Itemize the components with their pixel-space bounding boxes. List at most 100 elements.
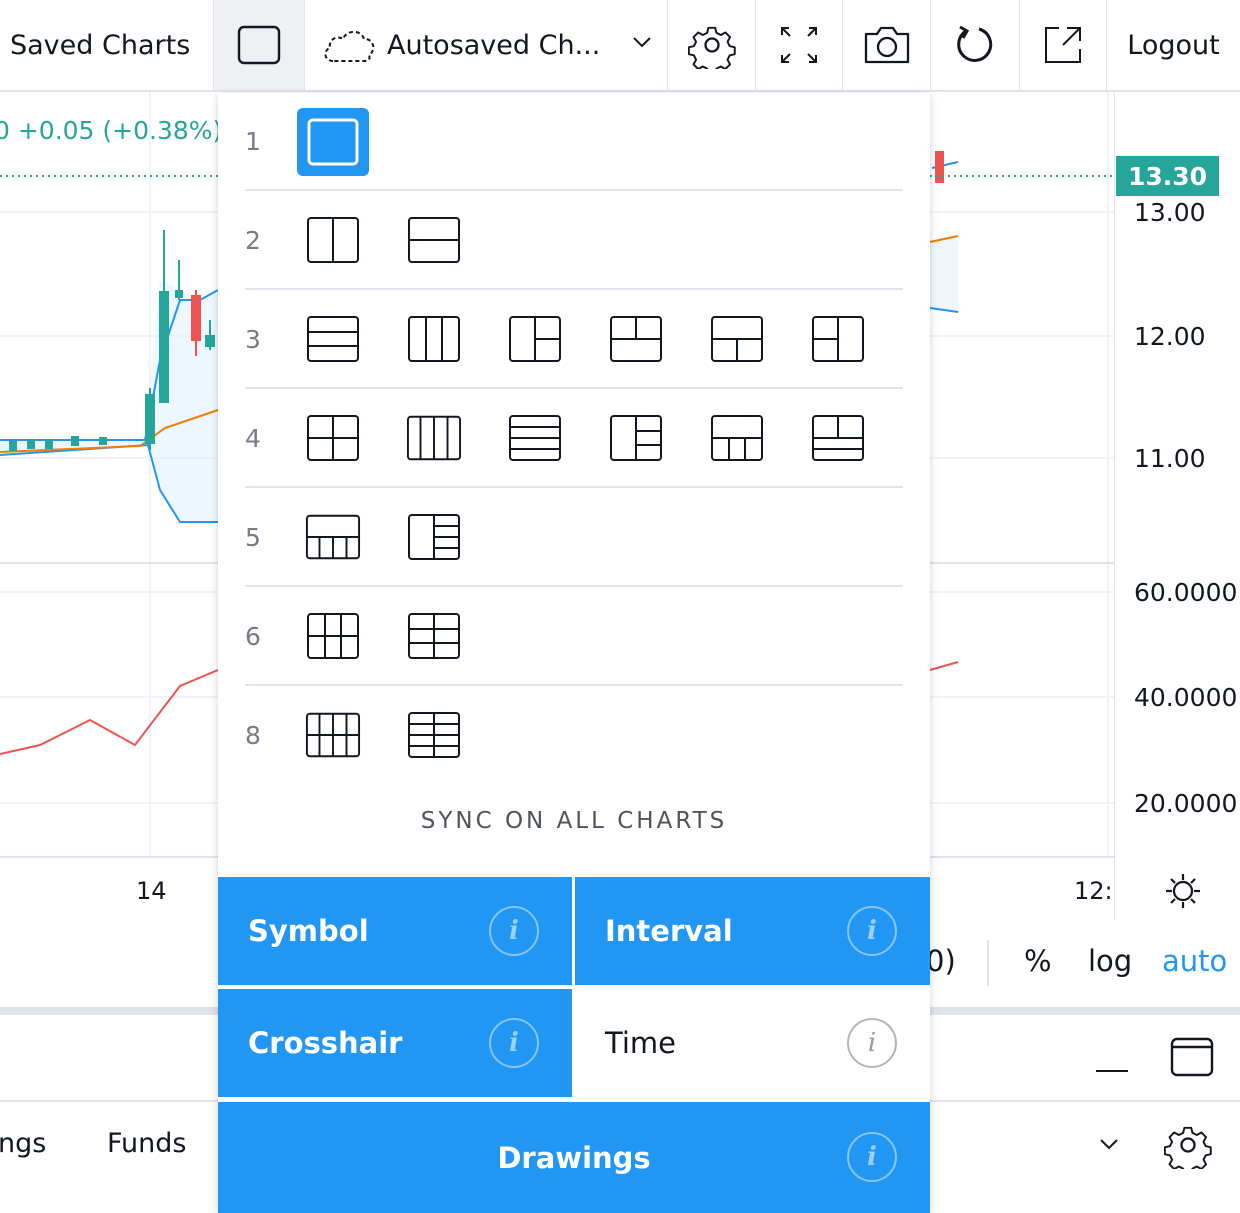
layout-option-2-horizontal[interactable] [406, 214, 462, 266]
layout-1l3r-icon [610, 415, 662, 461]
layout-2h-icon [408, 217, 460, 263]
sync-drawings-label: Drawings [497, 1140, 651, 1175]
layout-3t1b-icon [812, 415, 864, 461]
time-axis-label: 14 [136, 877, 167, 905]
popout-button[interactable] [1020, 0, 1107, 90]
indicator-scale-label: 60.0000 [1134, 578, 1238, 607]
price-scale-label: 12.00 [1134, 322, 1206, 351]
layout-option-1-top-4-bottom[interactable] [305, 511, 361, 563]
layout-2x2-icon [307, 415, 359, 461]
gear-icon[interactable] [1164, 1121, 1212, 1169]
layout-1t2b-icon [711, 316, 763, 362]
info-icon[interactable]: i [847, 1018, 897, 1068]
maximize-icon[interactable] [1170, 1037, 1214, 1077]
percent-scale-button[interactable]: % [1024, 944, 1052, 978]
indicator-scale-label: 40.0000 [1134, 683, 1238, 712]
layout-option-1-left-3-right[interactable] [608, 412, 664, 464]
minimize-icon[interactable] [1096, 1070, 1128, 1072]
layout-row-number: 2 [245, 226, 261, 255]
layout-option-3-top-1-bottom[interactable] [810, 412, 866, 464]
layout-button[interactable] [214, 0, 305, 90]
autosave-dropdown[interactable]: Autosaved Ch... [305, 0, 668, 90]
info-icon[interactable]: i [489, 906, 539, 956]
sync-time-toggle[interactable]: Time i [575, 989, 930, 1097]
saved-charts-button[interactable]: Saved Charts [0, 0, 214, 90]
axis-settings-icon[interactable] [1164, 872, 1202, 910]
chevron-down-icon [633, 37, 651, 48]
layout-option-grid-2x4[interactable] [406, 709, 462, 761]
price-scale-label: 11.00 [1134, 444, 1206, 473]
info-icon[interactable]: i [847, 906, 897, 956]
layout-2x3-icon [408, 613, 460, 659]
log-scale-button[interactable]: log [1088, 944, 1132, 978]
layout-dropdown: 1 2 3 4 5 6 8 SYNC ON ALL CHARTS Symbol … [218, 93, 930, 1213]
layout-1t4b-icon [305, 514, 361, 560]
last-price-label: 13.30 [1116, 156, 1219, 196]
layout-row: 5 [245, 489, 903, 587]
sync-title: SYNC ON ALL CHARTS [420, 808, 728, 834]
cloud-icon [324, 30, 375, 62]
layout-option-1-top-2-bottom[interactable] [709, 313, 765, 365]
layout-row: 6 [245, 588, 903, 686]
sync-crosshair-toggle[interactable]: Crosshair i [218, 989, 572, 1097]
layout-option-grid-3x2[interactable] [305, 610, 361, 662]
layout-row-number: 1 [245, 127, 261, 156]
fullscreen-button[interactable] [756, 0, 843, 90]
sync-interval-label: Interval [605, 914, 733, 948]
layout-3h-icon [307, 316, 359, 362]
layout-1t3b-icon [711, 415, 763, 461]
layout-option-3-vertical[interactable] [406, 313, 462, 365]
layout-icon [237, 25, 281, 65]
layout-option-2-top-1-bottom[interactable] [608, 313, 664, 365]
layout-option-4-vertical[interactable] [406, 412, 462, 464]
saved-charts-label: Saved Charts [10, 29, 191, 61]
sync-drawings-toggle[interactable]: Drawings i [218, 1102, 930, 1213]
sync-symbol-label: Symbol [248, 914, 369, 948]
info-icon[interactable]: i [489, 1018, 539, 1068]
logout-label: Logout [1127, 29, 1220, 61]
layout-2x4-icon [408, 712, 460, 758]
layout-option-single[interactable] [297, 108, 369, 176]
layout-row-number: 5 [245, 523, 261, 552]
layout-row: 2 [245, 192, 903, 290]
screenshot-button[interactable] [843, 0, 931, 90]
layout-option-grid-2x3[interactable] [406, 610, 462, 662]
layout-option-3-horizontal[interactable] [305, 313, 361, 365]
settings-button[interactable] [668, 0, 756, 90]
layout-row-number: 6 [245, 622, 261, 651]
chevron-down-icon[interactable] [1098, 1137, 1120, 1151]
layout-1l4r-icon [408, 514, 460, 560]
sync-crosshair-label: Crosshair [248, 1026, 403, 1060]
layout-option-2-vertical[interactable] [305, 214, 361, 266]
layout-option-grid-4x2[interactable] [305, 709, 361, 761]
layout-option-1-left-2-right[interactable] [507, 313, 563, 365]
price-scale-label: 13.00 [1134, 198, 1206, 227]
layout-option-4-horizontal[interactable] [507, 412, 563, 464]
gear-icon [687, 26, 736, 69]
sync-interval-toggle[interactable]: Interval i [575, 877, 930, 985]
auto-scale-button[interactable]: auto [1162, 944, 1227, 978]
layout-option-grid-2x2[interactable] [305, 412, 361, 464]
panel-tab-funds[interactable]: Funds [107, 1128, 186, 1159]
logout-button[interactable]: Logout [1107, 0, 1240, 90]
layout-row-number: 3 [245, 325, 261, 354]
refresh-button[interactable] [931, 0, 1020, 90]
scale-divider [987, 940, 989, 986]
layout-2v-icon [307, 217, 359, 263]
top-toolbar: Saved Charts Autosaved Ch... Logout [0, 0, 1240, 92]
panel-tab[interactable]: ngs [0, 1128, 46, 1159]
layout-3x2-icon [307, 613, 359, 659]
sync-symbol-toggle[interactable]: Symbol i [218, 877, 572, 985]
layout-4x2-icon [305, 712, 361, 758]
fullscreen-icon [781, 27, 817, 63]
info-icon[interactable]: i [847, 1132, 897, 1182]
layout-option-1-left-4-right[interactable] [406, 511, 462, 563]
layout-row: 3 [245, 291, 903, 389]
layout-row: 8 [245, 687, 903, 785]
layout-option-1-top-3-bottom[interactable] [709, 412, 765, 464]
layout-4h-icon [509, 415, 561, 461]
sync-time-label: Time [605, 1026, 676, 1060]
layout-4v-icon [406, 415, 462, 461]
price-change: 0 +0.05 (+0.38%) [0, 116, 223, 145]
layout-option-2-left-1-right[interactable] [810, 313, 866, 365]
